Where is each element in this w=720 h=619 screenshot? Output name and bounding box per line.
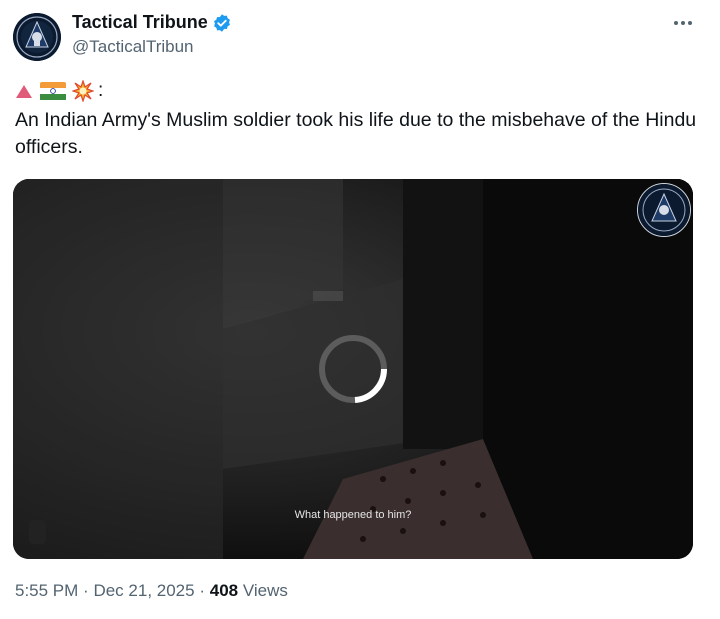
tweet-text: An Indian Army's Muslim soldier took his…	[15, 109, 697, 158]
views-count: 408	[209, 581, 239, 600]
meta-separator: ·	[83, 581, 89, 600]
account-handle[interactable]: @TacticalTribun	[72, 37, 194, 57]
avatar[interactable]	[13, 13, 61, 61]
views-label: Views	[242, 581, 288, 600]
tweet-date[interactable]: Dec 21, 2025	[93, 581, 194, 600]
emoji-suffix: :	[98, 80, 104, 101]
video-caption: What happened to him?	[294, 509, 412, 521]
tweet-meta: 5:55 PM · Dec 21, 2025 · 408 Views	[15, 581, 288, 601]
video-player[interactable]: What happened to him?	[13, 179, 693, 559]
collision-emoji-icon	[71, 79, 95, 103]
channel-logo-watermark	[637, 183, 691, 237]
emoji-line: :	[16, 79, 104, 103]
verified-badge-icon	[212, 13, 232, 33]
india-flag-emoji-icon	[40, 81, 66, 101]
red-triangle-emoji-icon	[16, 84, 32, 98]
video-control-button[interactable]	[29, 520, 46, 544]
loading-spinner-icon	[317, 333, 389, 405]
tweet-time[interactable]: 5:55 PM	[15, 581, 78, 600]
more-icon[interactable]	[672, 12, 694, 34]
account-name[interactable]: Tactical Tribune	[72, 12, 208, 33]
meta-separator: ·	[199, 581, 205, 600]
